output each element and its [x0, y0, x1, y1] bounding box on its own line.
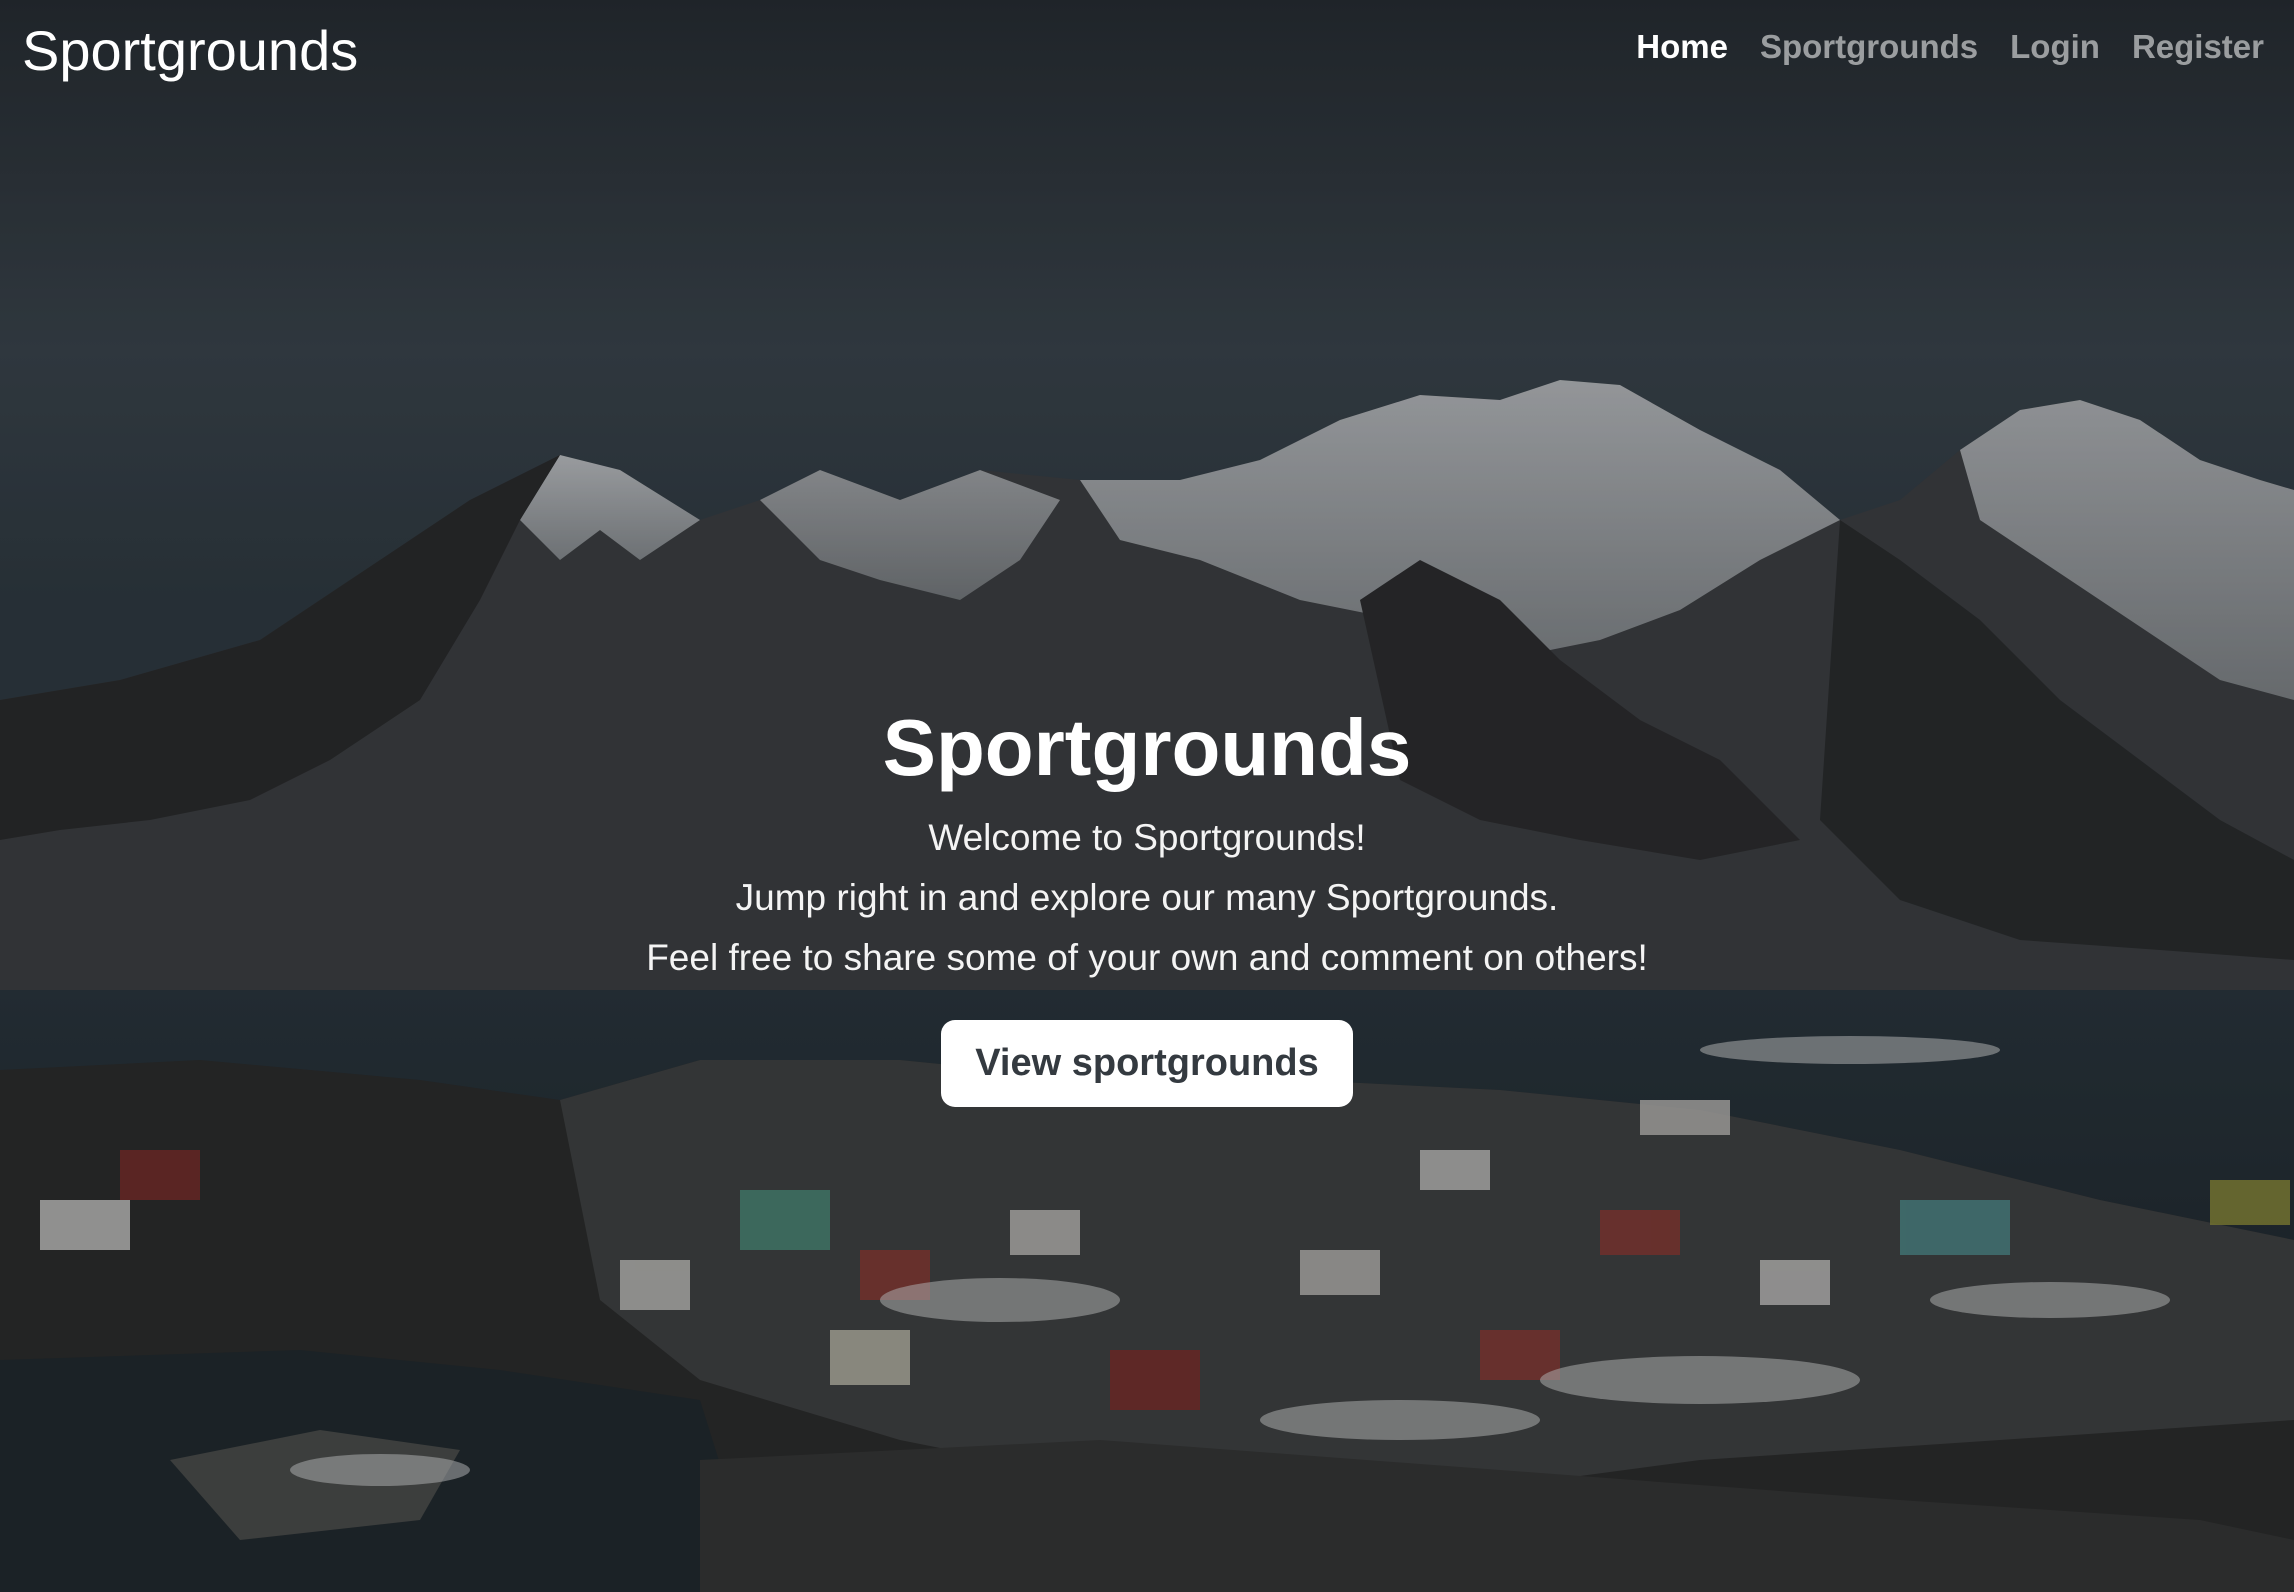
- brand-logo[interactable]: Sportgrounds: [22, 18, 358, 83]
- view-sportgrounds-button[interactable]: View sportgrounds: [941, 1020, 1353, 1107]
- hero-line-welcome: Welcome to Sportgrounds!: [928, 817, 1366, 858]
- hero-title: Sportgrounds: [882, 703, 1412, 792]
- nav-link-login[interactable]: Login: [2010, 28, 2100, 66]
- hero-line-share: Feel free to share some of your own and …: [646, 937, 1648, 978]
- nav-link-sportgrounds[interactable]: Sportgrounds: [1760, 28, 1978, 66]
- nav-link-register[interactable]: Register: [2132, 28, 2264, 66]
- nav-link-home[interactable]: Home: [1636, 28, 1728, 66]
- hero-description: Welcome to Sportgrounds! Jump right in a…: [0, 808, 2294, 988]
- landing-page: Sportgrounds Home Sportgrounds Login Reg…: [0, 0, 2294, 1592]
- top-navbar: Sportgrounds Home Sportgrounds Login Reg…: [0, 0, 2294, 110]
- hero-section: Sportgrounds Welcome to Sportgrounds! Ju…: [0, 700, 2294, 1107]
- hero-line-explore: Jump right in and explore our many Sport…: [735, 877, 1559, 918]
- nav-links: Home Sportgrounds Login Register: [1636, 28, 2264, 66]
